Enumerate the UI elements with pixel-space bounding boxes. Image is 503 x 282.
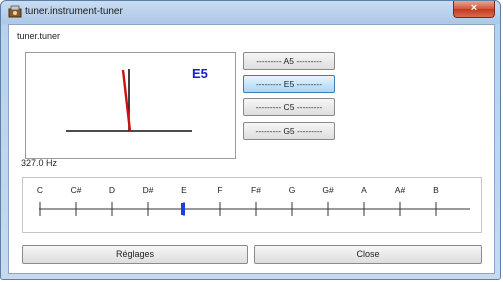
scale-note-label: D xyxy=(109,185,115,195)
note-button-label: --------- C5 --------- xyxy=(255,102,323,112)
settings-button[interactable]: Réglages xyxy=(22,245,248,264)
note-scale: C C# D D# E F F# G G# A A# B xyxy=(22,177,482,233)
close-icon: × xyxy=(470,2,478,14)
tuner-window: tuner.instrument-tuner × tuner.tuner E5 … xyxy=(0,0,501,280)
scale-note-label: G# xyxy=(322,185,334,195)
scale-note-label: C xyxy=(37,185,43,195)
scale-note-label: C# xyxy=(71,185,82,195)
tuner-app-icon xyxy=(8,5,22,18)
title-bar[interactable]: tuner.instrument-tuner × xyxy=(1,1,500,23)
detected-note-label: E5 xyxy=(192,66,208,81)
scale-note-label: A# xyxy=(395,185,406,195)
scale-note-label: E xyxy=(181,185,187,195)
note-button-label: --------- A5 --------- xyxy=(256,56,322,66)
note-button-e5[interactable]: --------- E5 --------- xyxy=(243,75,335,93)
tuner-panel: tuner.tuner E5 --------- A5 --------- --… xyxy=(8,24,495,274)
frequency-readout: 327.0 Hz xyxy=(21,158,58,168)
close-button-label: Close xyxy=(356,249,380,259)
panel-label: tuner.tuner xyxy=(17,31,61,41)
note-scale-drawing: C C# D D# E F F# G G# A A# B xyxy=(37,185,470,216)
scale-note-label: G xyxy=(289,185,296,195)
note-button-label: --------- G5 --------- xyxy=(255,126,323,136)
close-button[interactable]: Close xyxy=(254,245,482,264)
scale-note-label: F# xyxy=(251,185,261,195)
settings-button-label: Réglages xyxy=(115,249,155,259)
window-close-button[interactable]: × xyxy=(453,1,495,18)
scale-note-label: A xyxy=(361,185,367,195)
scale-note-label: F xyxy=(217,185,222,195)
note-button-c5[interactable]: --------- C5 --------- xyxy=(243,98,335,116)
note-button-g5[interactable]: --------- G5 --------- xyxy=(243,122,335,140)
note-button-a5[interactable]: --------- A5 --------- xyxy=(243,52,335,70)
scale-note-label: D# xyxy=(143,185,154,195)
window-title: tuner.instrument-tuner xyxy=(25,6,123,17)
scale-note-label: B xyxy=(433,185,439,195)
pitch-indicator xyxy=(181,203,185,215)
tuner-meter: E5 xyxy=(25,52,236,159)
note-button-label: --------- E5 --------- xyxy=(255,79,323,89)
